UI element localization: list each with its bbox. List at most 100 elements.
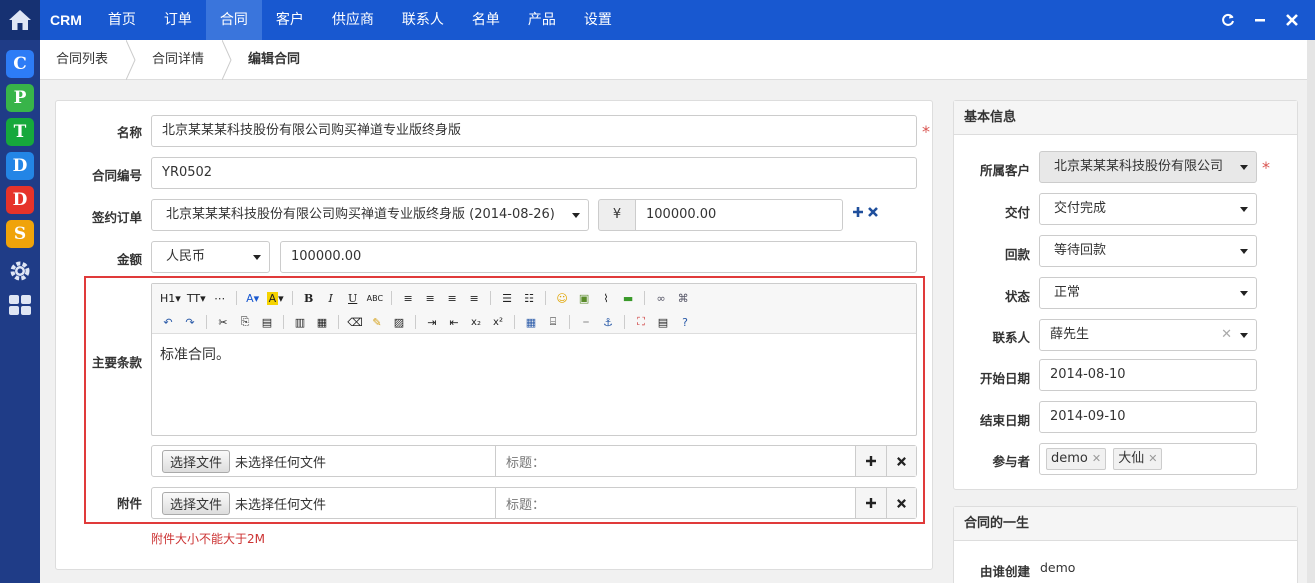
brand-logo[interactable]: CRM bbox=[40, 12, 94, 28]
file-input-2[interactable]: 选择文件 未选择任何文件 bbox=[152, 488, 496, 518]
vertical-scrollbar[interactable] bbox=[1307, 40, 1315, 583]
format-brush-icon[interactable]: ✎ bbox=[367, 312, 387, 332]
underline-icon[interactable]: U bbox=[343, 288, 363, 308]
copy-icon[interactable]: ⎘ bbox=[235, 312, 255, 332]
emoticon-icon[interactable]: ☺ bbox=[552, 288, 572, 308]
align-right-icon[interactable]: ≡ bbox=[442, 288, 462, 308]
paste-icon[interactable]: ▤ bbox=[257, 312, 277, 332]
name-input[interactable]: 北京某某某科技股份有限公司购买禅道专业版终身版 bbox=[151, 115, 917, 147]
remove-order-icon[interactable] bbox=[867, 206, 879, 222]
customer-select[interactable]: 北京某某某科技股份有限公司 bbox=[1039, 151, 1257, 183]
nav-item[interactable]: 供应商 bbox=[318, 0, 388, 40]
rich-text-editor[interactable]: H1 ▾ TT ▾ ⋯ A▾ A ▾ B I U ABC ≡ ≡ ≡ ≡ ☰ ☷ ☺ … bbox=[151, 283, 917, 436]
start-date-input[interactable]: 2014-08-10 bbox=[1039, 359, 1257, 391]
help-icon[interactable]: ? bbox=[675, 312, 695, 332]
remove-tag-icon[interactable]: ✕ bbox=[1092, 452, 1101, 465]
nav-item[interactable]: 设置 bbox=[570, 0, 626, 40]
cut-icon[interactable]: ✂ bbox=[213, 312, 233, 332]
remove-attachment-button[interactable] bbox=[886, 488, 916, 518]
choose-file-button[interactable]: 选择文件 bbox=[162, 449, 231, 473]
app-grid-icon[interactable] bbox=[0, 288, 40, 322]
attachment-title-input-1[interactable]: 标题： bbox=[496, 446, 856, 476]
subscript-icon[interactable]: x₂ bbox=[466, 312, 486, 332]
source-icon[interactable]: ▤ bbox=[653, 312, 673, 332]
font-size-button[interactable]: TT ▾ bbox=[185, 288, 208, 308]
nav-item[interactable]: 联系人 bbox=[388, 0, 458, 40]
page-break-icon[interactable]: ⎯ bbox=[576, 312, 596, 332]
file-input-1[interactable]: 选择文件 未选择任何文件 bbox=[152, 446, 496, 476]
order-select[interactable]: 北京某某某科技股份有限公司购买禅道专业版终身版 (2014-08-26) bbox=[151, 199, 589, 231]
strikethrough-icon[interactable]: ABC bbox=[365, 288, 385, 308]
line-height-icon[interactable]: ⋯ bbox=[210, 288, 230, 308]
app-icon-p[interactable]: P bbox=[6, 84, 34, 112]
select-all-icon[interactable]: ▨ bbox=[389, 312, 409, 332]
amount-input[interactable]: 100000.00 bbox=[280, 241, 917, 273]
nav-item[interactable]: 产品 bbox=[514, 0, 570, 40]
undo-icon[interactable]: ↶ bbox=[158, 312, 178, 332]
unordered-list-icon[interactable]: ☷ bbox=[519, 288, 539, 308]
clear-icon[interactable]: ✕ bbox=[1221, 320, 1232, 350]
superscript-icon[interactable]: x² bbox=[488, 312, 508, 332]
choose-file-button[interactable]: 选择文件 bbox=[162, 491, 231, 515]
add-order-icon[interactable] bbox=[852, 206, 864, 222]
eraser-icon[interactable]: ⌫ bbox=[345, 312, 365, 332]
font-color-icon[interactable]: A▾ bbox=[243, 288, 263, 308]
insert-hr-icon[interactable]: ▬ bbox=[618, 288, 638, 308]
code-input[interactable]: YR0502 bbox=[151, 157, 917, 189]
remove-attachment-button[interactable] bbox=[886, 446, 916, 476]
nav-item[interactable]: 订单 bbox=[150, 0, 206, 40]
align-justify-icon[interactable]: ≡ bbox=[464, 288, 484, 308]
breadcrumb-contract-list[interactable]: 合同列表 bbox=[40, 40, 126, 80]
nav-item[interactable]: 名单 bbox=[458, 0, 514, 40]
image-icon[interactable]: ▣ bbox=[574, 288, 594, 308]
app-icon-t[interactable]: T bbox=[6, 118, 34, 146]
paste-text-icon[interactable]: ▥ bbox=[290, 312, 310, 332]
link-icon[interactable]: ∞ bbox=[651, 288, 671, 308]
ordered-list-icon[interactable]: ☰ bbox=[497, 288, 517, 308]
close-icon[interactable] bbox=[1285, 13, 1299, 27]
minimize-icon[interactable] bbox=[1253, 13, 1267, 27]
paste-word-icon[interactable]: ▦ bbox=[312, 312, 332, 332]
align-left-icon[interactable]: ≡ bbox=[398, 288, 418, 308]
italic-icon[interactable]: I bbox=[321, 288, 341, 308]
redo-icon[interactable]: ↷ bbox=[180, 312, 200, 332]
app-icon-s[interactable]: S bbox=[6, 220, 34, 248]
anchor-icon[interactable]: ⚓ bbox=[598, 312, 618, 332]
remove-tag-icon[interactable]: ✕ bbox=[1148, 452, 1157, 465]
payment-select-value: 等待回款 bbox=[1054, 243, 1107, 258]
app-icon-d-red[interactable]: D bbox=[6, 186, 34, 214]
payment-select[interactable]: 等待回款 bbox=[1039, 235, 1257, 267]
gear-icon[interactable] bbox=[0, 254, 40, 288]
end-date-input[interactable]: 2014-09-10 bbox=[1039, 401, 1257, 433]
editor-content[interactable]: 标准合同。 bbox=[152, 334, 916, 374]
add-attachment-button[interactable] bbox=[856, 488, 886, 518]
fullscreen-icon[interactable]: ⛶ bbox=[631, 312, 651, 332]
highlight-color-icon[interactable]: A ▾ bbox=[265, 288, 286, 308]
nav-item[interactable]: 合同 bbox=[205, 0, 262, 40]
breadcrumb-contract-detail[interactable]: 合同详情 bbox=[136, 40, 222, 80]
delivery-select[interactable]: 交付完成 bbox=[1039, 193, 1257, 225]
align-center-icon[interactable]: ≡ bbox=[420, 288, 440, 308]
outdent-icon[interactable]: ⇤ bbox=[444, 312, 464, 332]
attachment-label: 附件 bbox=[116, 496, 142, 511]
home-icon[interactable] bbox=[0, 0, 40, 40]
indent-icon[interactable]: ⇥ bbox=[422, 312, 442, 332]
currency-select[interactable]: 人民币 bbox=[151, 241, 270, 273]
status-select[interactable]: 正常 bbox=[1039, 277, 1257, 309]
bold-icon[interactable]: B bbox=[299, 288, 319, 308]
heading-button[interactable]: H1 ▾ bbox=[158, 288, 183, 308]
table-icon[interactable]: ▦ bbox=[521, 312, 541, 332]
contact-select[interactable]: 薛先生 ✕ bbox=[1039, 319, 1257, 351]
attachment-title-input-2[interactable]: 标题： bbox=[496, 488, 856, 518]
nav-item[interactable]: 客户 bbox=[262, 0, 318, 40]
nav-item[interactable]: 首页 bbox=[94, 0, 150, 40]
refresh-icon[interactable] bbox=[1221, 13, 1235, 27]
app-icon-d-blue[interactable]: D bbox=[6, 152, 34, 180]
add-attachment-button[interactable] bbox=[856, 446, 886, 476]
unlink-icon[interactable]: ⌘ bbox=[673, 288, 693, 308]
app-icon-c[interactable]: C bbox=[6, 50, 34, 78]
participants-input[interactable]: demo ✕ 大仙 ✕ bbox=[1039, 443, 1257, 475]
code-icon[interactable]: ⌸ bbox=[543, 312, 563, 332]
order-amount-input[interactable]: 100000.00 bbox=[635, 199, 843, 231]
attachment-icon[interactable]: ⌇ bbox=[596, 288, 616, 308]
